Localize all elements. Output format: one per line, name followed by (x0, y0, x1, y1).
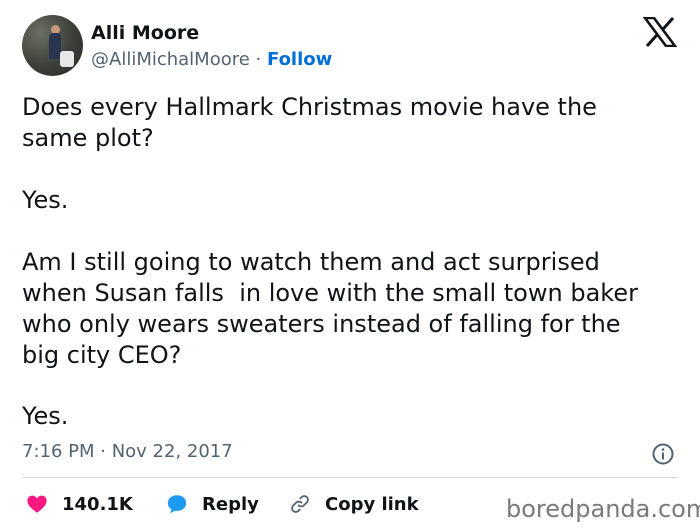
tweet-text-paragraph-4: Yes. (22, 402, 69, 430)
copy-link-label: Copy link (325, 493, 419, 515)
reply-button[interactable]: Reply (166, 493, 259, 515)
speech-bubble-icon (167, 495, 187, 514)
handle-separator: · (249, 49, 267, 70)
author-handle-line: @AlliMichalMoore · Follow (91, 49, 332, 70)
divider (22, 477, 678, 478)
author-name[interactable]: Alli Moore (91, 22, 199, 44)
heart-icon (27, 495, 47, 513)
follow-button[interactable]: Follow (267, 49, 332, 70)
tweet-text-paragraph-2: Yes. (22, 186, 69, 214)
tweet-text-paragraph-3: Am I still going to watch them and act s… (22, 248, 638, 369)
info-icon[interactable] (651, 442, 675, 466)
avatar-bag (60, 51, 74, 67)
link-icon (291, 495, 309, 513)
watermark: boredpanda.com (506, 495, 700, 523)
like-button[interactable]: 140.1K (26, 493, 133, 515)
like-count: 140.1K (62, 493, 133, 515)
author-handle[interactable]: @AlliMichalMoore (91, 49, 250, 70)
copy-link-button[interactable]: Copy link (289, 493, 419, 515)
reply-label: Reply (202, 493, 259, 515)
tweet-text-paragraph-1: Does every Hallmark Christmas movie have… (22, 93, 597, 152)
avatar[interactable] (22, 15, 83, 76)
tweet-timestamp[interactable]: 7:16 PM · Nov 22, 2017 (22, 441, 233, 462)
x-logo-icon[interactable] (643, 17, 677, 47)
